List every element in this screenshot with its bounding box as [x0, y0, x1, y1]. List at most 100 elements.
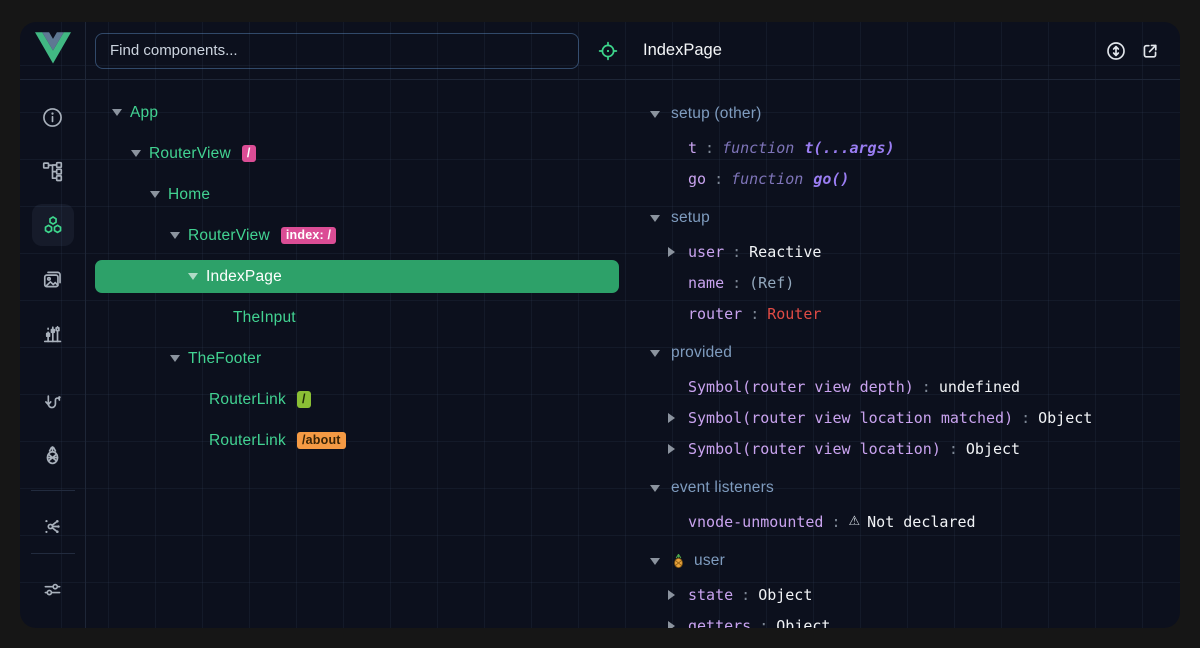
- expand-icon[interactable]: [668, 413, 675, 423]
- assets-icon[interactable]: [32, 312, 74, 354]
- state-value: Object: [758, 586, 812, 604]
- collapse-icon[interactable]: [650, 350, 660, 357]
- state-key: state: [688, 586, 733, 604]
- section-provided[interactable]: provided: [632, 335, 1180, 371]
- component-name: App: [130, 104, 158, 122]
- logo-cell: [20, 22, 86, 80]
- tree-item-routerview[interactable]: RouterView /: [86, 133, 632, 174]
- open-in-editor-icon[interactable]: [1136, 37, 1164, 65]
- state-row-getters[interactable]: getters Object: [632, 610, 1180, 628]
- state-row-t[interactable]: t function t(...args): [632, 132, 1180, 163]
- tree-item-routerview-index[interactable]: RouterView index: /: [86, 215, 632, 256]
- component-name: Home: [168, 186, 210, 204]
- router-icon[interactable]: [32, 380, 74, 422]
- state-key: Symbol(router view location): [688, 440, 941, 458]
- collapse-icon[interactable]: [150, 191, 160, 198]
- warning-icon: [849, 514, 861, 529]
- key-separator: [750, 305, 759, 323]
- component-name: RouterView: [188, 227, 270, 245]
- section-pinia-user[interactable]: user: [632, 543, 1180, 579]
- section-title: setup (other): [671, 105, 761, 123]
- component-tree-icon[interactable]: [32, 150, 74, 192]
- component-name: IndexPage: [206, 268, 282, 286]
- key-separator: [732, 243, 741, 261]
- state-key: router: [688, 305, 742, 323]
- state-row-state[interactable]: state Object: [632, 579, 1180, 610]
- pinia-icon[interactable]: [32, 434, 74, 476]
- collapse-icon[interactable]: [650, 215, 660, 222]
- collapse-icon[interactable]: [650, 111, 660, 118]
- state-value: (Ref): [749, 274, 794, 292]
- collapse-icon[interactable]: [112, 109, 122, 116]
- component-name: TheFooter: [188, 350, 261, 368]
- state-row-vnode-unmounted[interactable]: vnode-unmounted Not declared: [632, 506, 1180, 537]
- inspect-component-crosshair-icon[interactable]: [597, 36, 619, 66]
- state-key: name: [688, 274, 724, 292]
- state-value: Not declared: [867, 513, 975, 531]
- tree-item-routerlink-home[interactable]: RouterLink /: [86, 379, 632, 420]
- collapse-icon[interactable]: [170, 355, 180, 362]
- sidebar: [20, 80, 86, 628]
- route-badge: /: [242, 145, 256, 163]
- state-value: t(...args): [804, 139, 894, 157]
- graph-icon[interactable]: [32, 505, 74, 547]
- tree-item-thefooter[interactable]: TheFooter: [86, 338, 632, 379]
- value-keyword: function: [722, 139, 794, 157]
- route-badge: index: /: [281, 227, 336, 245]
- value-keyword: function: [731, 170, 803, 188]
- state-row-router[interactable]: router Router: [632, 298, 1180, 329]
- state-row-name[interactable]: name (Ref): [632, 267, 1180, 298]
- state-row-symbol-location[interactable]: Symbol(router view location) Object: [632, 433, 1180, 464]
- collapse-icon[interactable]: [650, 485, 660, 492]
- settings-icon[interactable]: [32, 568, 74, 610]
- state-row-symbol-depth[interactable]: Symbol(router view depth) undefined: [632, 371, 1180, 402]
- pinia-pineapple-icon: [671, 553, 686, 569]
- key-separator: [732, 274, 741, 292]
- state-key: Symbol(router view depth): [688, 378, 914, 396]
- state-inspector: setup (other) t function t(...args) go f…: [632, 80, 1180, 628]
- collapse-icon[interactable]: [188, 273, 198, 280]
- state-key: t: [688, 139, 697, 157]
- section-setup[interactable]: setup: [632, 200, 1180, 236]
- collapse-icon[interactable]: [650, 558, 660, 565]
- component-tree: App RouterView / Home RouterView index: …: [86, 80, 632, 628]
- state-value: Object: [1038, 409, 1092, 427]
- state-value: undefined: [939, 378, 1020, 396]
- tree-item-app[interactable]: App: [86, 92, 632, 133]
- vue-logo-icon: [35, 32, 71, 69]
- section-event-listeners[interactable]: event listeners: [632, 470, 1180, 506]
- tree-item-indexpage-selected[interactable]: IndexPage: [95, 260, 619, 293]
- sidebar-divider-bottom: [31, 553, 75, 554]
- component-name: RouterLink: [209, 432, 286, 450]
- search-input[interactable]: [95, 33, 579, 69]
- section-title: user: [694, 552, 725, 570]
- route-badge: /about: [297, 432, 346, 450]
- pages-icon[interactable]: [32, 258, 74, 300]
- expand-icon[interactable]: [668, 590, 675, 600]
- sidebar-divider: [31, 490, 75, 491]
- section-setup-other[interactable]: setup (other): [632, 96, 1180, 132]
- state-row-user[interactable]: user Reactive: [632, 236, 1180, 267]
- state-key: user: [688, 243, 724, 261]
- state-row-symbol-matched[interactable]: Symbol(router view location matched) Obj…: [632, 402, 1180, 433]
- tree-item-home[interactable]: Home: [86, 174, 632, 215]
- collapse-icon[interactable]: [170, 232, 180, 239]
- components-toolbar: [86, 22, 632, 80]
- vue-devtools-window: App RouterView / Home RouterView index: …: [20, 22, 1180, 628]
- scroll-to-component-icon[interactable]: [1102, 37, 1130, 65]
- component-name: RouterView: [149, 145, 231, 163]
- info-icon[interactable]: [32, 96, 74, 138]
- state-key: Symbol(router view location matched): [688, 409, 1013, 427]
- state-row-go[interactable]: go function go(): [632, 163, 1180, 194]
- state-value: Router: [767, 305, 821, 323]
- expand-icon[interactable]: [668, 621, 675, 629]
- state-key: go: [688, 170, 706, 188]
- expand-icon[interactable]: [668, 444, 675, 454]
- key-separator: [714, 170, 723, 188]
- tree-item-routerlink-about[interactable]: RouterLink /about: [86, 420, 632, 461]
- components-icon[interactable]: [32, 204, 74, 246]
- tree-item-theinput[interactable]: TheInput: [86, 297, 632, 338]
- state-value: Object: [776, 617, 830, 629]
- expand-icon[interactable]: [668, 247, 675, 257]
- collapse-icon[interactable]: [131, 150, 141, 157]
